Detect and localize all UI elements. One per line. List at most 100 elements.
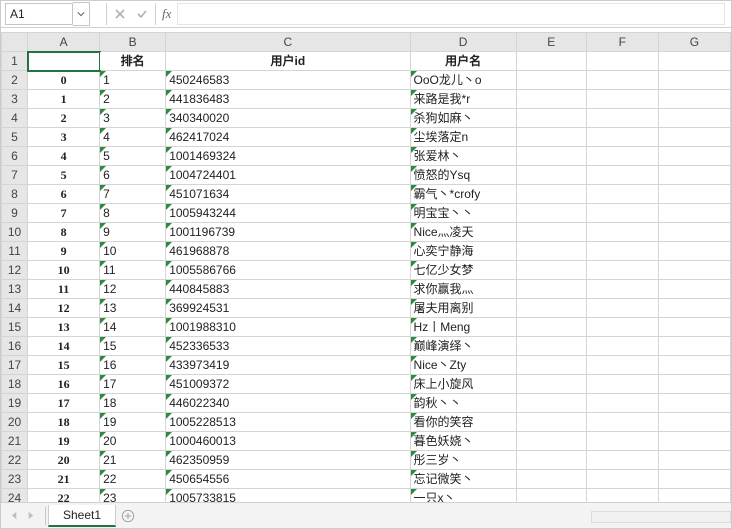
cell[interactable] [516, 242, 586, 261]
cell[interactable] [516, 299, 586, 318]
cell[interactable]: 433973419 [166, 356, 410, 375]
cell[interactable]: 18 [28, 413, 100, 432]
cell[interactable]: 2 [28, 109, 100, 128]
cell[interactable]: 450654556 [166, 470, 410, 489]
name-box-dropdown[interactable] [73, 2, 90, 26]
cell[interactable]: 19 [28, 432, 100, 451]
cell[interactable]: 心奕宁静海 [410, 242, 516, 261]
select-all-corner[interactable] [2, 33, 28, 52]
row-header[interactable]: 9 [2, 204, 28, 223]
cell[interactable]: 21 [28, 470, 100, 489]
cell[interactable]: 446022340 [166, 394, 410, 413]
cell[interactable]: 1005228513 [166, 413, 410, 432]
cell[interactable]: 20 [28, 451, 100, 470]
cell[interactable] [586, 375, 658, 394]
nav-first-button[interactable] [7, 509, 21, 523]
horizontal-scrollbar[interactable] [591, 511, 731, 523]
cell[interactable] [586, 470, 658, 489]
cell[interactable]: 忘记微笑丶 [410, 470, 516, 489]
row-header[interactable]: 7 [2, 166, 28, 185]
cell[interactable]: 451009372 [166, 375, 410, 394]
cell[interactable]: 1005586766 [166, 261, 410, 280]
cell[interactable]: 10 [28, 261, 100, 280]
row-header[interactable]: 8 [2, 185, 28, 204]
row-header[interactable]: 23 [2, 470, 28, 489]
fx-label[interactable]: fx [158, 6, 175, 22]
cell[interactable]: 11 [100, 261, 166, 280]
cell[interactable]: 340340020 [166, 109, 410, 128]
cell[interactable] [586, 432, 658, 451]
cell[interactable]: 15 [100, 337, 166, 356]
cell[interactable]: 1001469324 [166, 147, 410, 166]
cell[interactable]: 排名 [100, 52, 166, 71]
cell[interactable]: 21 [100, 451, 166, 470]
row-header[interactable]: 17 [2, 356, 28, 375]
cell[interactable] [586, 318, 658, 337]
formula-input[interactable] [177, 3, 725, 25]
cell[interactable]: 6 [100, 166, 166, 185]
cell[interactable]: 14 [28, 337, 100, 356]
cell[interactable]: 5 [100, 147, 166, 166]
cell[interactable] [516, 413, 586, 432]
cell[interactable] [658, 109, 730, 128]
cell[interactable] [658, 52, 730, 71]
cell[interactable] [516, 223, 586, 242]
row-header[interactable]: 10 [2, 223, 28, 242]
cell[interactable] [658, 432, 730, 451]
cell[interactable]: 9 [100, 223, 166, 242]
cell[interactable] [658, 204, 730, 223]
cell[interactable]: 14 [100, 318, 166, 337]
cell[interactable]: 450246583 [166, 71, 410, 90]
row-header[interactable]: 14 [2, 299, 28, 318]
cell[interactable] [516, 432, 586, 451]
cell[interactable] [516, 204, 586, 223]
cell[interactable]: 0 [28, 71, 100, 90]
name-box[interactable]: A1 [5, 3, 73, 25]
cell[interactable]: 10 [100, 242, 166, 261]
add-sheet-button[interactable] [116, 504, 140, 528]
row-header[interactable]: 16 [2, 337, 28, 356]
cell[interactable]: 4 [100, 128, 166, 147]
cell[interactable]: 一只x丶 [410, 489, 516, 503]
cell[interactable]: Nice灬凌天 [410, 223, 516, 242]
cell[interactable]: Nice丶Zty [410, 356, 516, 375]
column-header[interactable]: C [166, 33, 410, 52]
grid-area[interactable]: ABCDEFG 1排名用户id用户名201450246583OoO龙儿丶o312… [1, 32, 731, 502]
row-header[interactable]: 13 [2, 280, 28, 299]
cell[interactable]: 451071634 [166, 185, 410, 204]
cell[interactable]: 452336533 [166, 337, 410, 356]
cell[interactable]: 17 [100, 375, 166, 394]
cell[interactable] [658, 356, 730, 375]
cell[interactable]: 441836483 [166, 90, 410, 109]
cell[interactable]: 明宝宝丶丶 [410, 204, 516, 223]
cell[interactable] [658, 128, 730, 147]
cell[interactable] [586, 166, 658, 185]
row-header[interactable]: 11 [2, 242, 28, 261]
column-header[interactable]: A [28, 33, 100, 52]
cell[interactable] [658, 337, 730, 356]
row-header[interactable]: 24 [2, 489, 28, 503]
cell[interactable]: 1000460013 [166, 432, 410, 451]
cell[interactable]: 9 [28, 242, 100, 261]
cell[interactable]: 13 [100, 299, 166, 318]
row-header[interactable]: 21 [2, 432, 28, 451]
cell[interactable]: 彤三岁丶 [410, 451, 516, 470]
cell[interactable]: 15 [28, 356, 100, 375]
cell[interactable]: 8 [100, 204, 166, 223]
cell[interactable] [658, 90, 730, 109]
row-header[interactable]: 19 [2, 394, 28, 413]
row-header[interactable]: 2 [2, 71, 28, 90]
column-header[interactable]: F [586, 33, 658, 52]
nav-last-button[interactable] [23, 509, 37, 523]
cell[interactable]: 1005943244 [166, 204, 410, 223]
cell[interactable] [658, 261, 730, 280]
cell[interactable]: OoO龙儿丶o [410, 71, 516, 90]
cell[interactable] [516, 261, 586, 280]
cell[interactable]: 屠夫用离别 [410, 299, 516, 318]
cell[interactable] [658, 71, 730, 90]
cell[interactable]: 张爱林丶 [410, 147, 516, 166]
cell[interactable]: 461968878 [166, 242, 410, 261]
cell[interactable] [586, 109, 658, 128]
row-header[interactable]: 20 [2, 413, 28, 432]
cell[interactable]: 1004724401 [166, 166, 410, 185]
